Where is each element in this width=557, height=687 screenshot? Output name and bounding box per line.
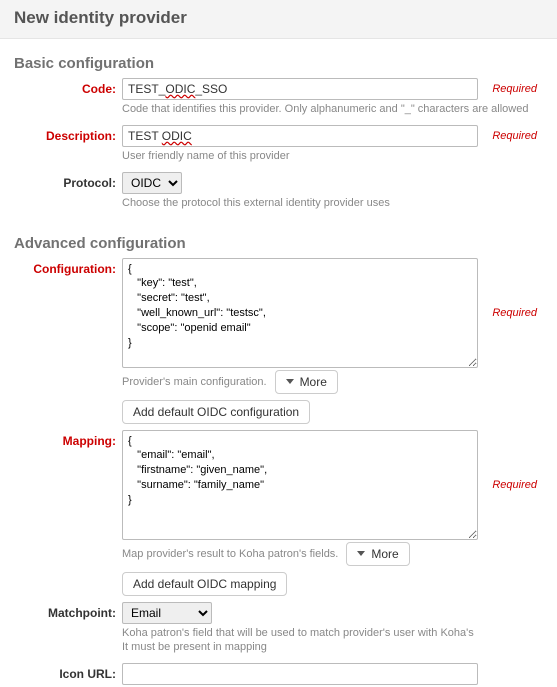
code-label: Code: <box>14 78 122 96</box>
protocol-label: Protocol: <box>14 172 122 190</box>
add-default-oidc-mapping-button[interactable]: Add default OIDC mapping <box>122 572 287 596</box>
mapping-label: Mapping: <box>14 430 122 448</box>
description-label: Description: <box>14 125 122 143</box>
configuration-required: Required <box>492 307 543 319</box>
protocol-select[interactable]: OIDC <box>122 172 182 194</box>
matchpoint-label: Matchpoint: <box>14 602 122 620</box>
matchpoint-select[interactable]: Email <box>122 602 212 624</box>
description-required: Required <box>492 130 543 142</box>
protocol-help: Choose the protocol this external identi… <box>122 196 543 211</box>
page-header: New identity provider <box>0 0 557 39</box>
page-title: New identity provider <box>14 8 543 28</box>
mapping-more-button[interactable]: More <box>346 542 409 566</box>
icon-url-input[interactable] <box>122 663 478 685</box>
add-default-oidc-config-button[interactable]: Add default OIDC configuration <box>122 400 310 424</box>
code-required: Required <box>492 83 543 95</box>
mapping-row: Mapping: Required <box>14 430 543 540</box>
configuration-help: Provider's main configuration. <box>122 376 267 388</box>
mapping-help: Map provider's result to Koha patron's f… <box>122 548 338 560</box>
description-input[interactable]: TEST ODIC <box>122 125 478 147</box>
description-help: User friendly name of this provider <box>122 149 543 164</box>
configuration-more-button[interactable]: More <box>275 370 338 394</box>
basic-config-legend: Basic configuration <box>14 55 543 72</box>
configuration-more-label: More <box>300 375 327 389</box>
configuration-label: Configuration: <box>14 258 122 276</box>
description-row: Description: TEST ODIC Required <box>14 125 543 147</box>
matchpoint-help: Koha patron's field that will be used to… <box>122 626 543 656</box>
mapping-textarea[interactable] <box>122 430 478 540</box>
basic-config-section: Basic configuration Code: TEST_ODIC_SSO … <box>0 39 557 211</box>
caret-down-icon <box>357 551 365 556</box>
matchpoint-row: Matchpoint: Email <box>14 602 543 624</box>
code-help: Code that identifies this provider. Only… <box>122 102 543 117</box>
code-input[interactable]: TEST_ODIC_SSO <box>122 78 478 100</box>
caret-down-icon <box>286 379 294 384</box>
advanced-config-legend: Advanced configuration <box>14 235 543 252</box>
protocol-row: Protocol: OIDC <box>14 172 543 194</box>
code-row: Code: TEST_ODIC_SSO Required <box>14 78 543 100</box>
mapping-more-label: More <box>371 547 398 561</box>
icon-url-row: Icon URL: <box>14 663 543 685</box>
icon-url-label: Icon URL: <box>14 663 122 681</box>
advanced-config-section: Advanced configuration Configuration: Re… <box>0 219 557 686</box>
configuration-row: Configuration: Required <box>14 258 543 368</box>
mapping-required: Required <box>492 479 543 491</box>
configuration-textarea[interactable] <box>122 258 478 368</box>
